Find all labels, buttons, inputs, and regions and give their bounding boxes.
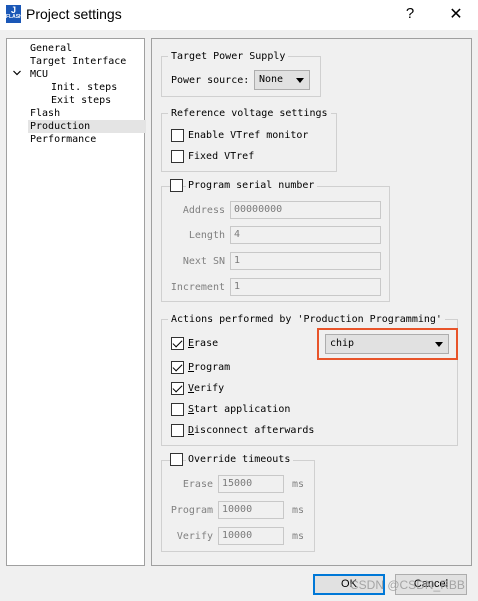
- erase-timeout-label: Erase: [182, 479, 213, 490]
- address-field[interactable]: 00000000: [230, 201, 381, 219]
- vref-legend: Reference voltage settings: [168, 107, 331, 120]
- program-timeout-unit: ms: [292, 505, 305, 516]
- increment-label: Increment: [170, 282, 225, 293]
- fixed-vtref-checkbox[interactable]: [171, 150, 184, 163]
- disconnect-checkbox[interactable]: [171, 424, 184, 437]
- fixed-vtref-label: Fixed VTref: [188, 151, 255, 162]
- program-label: Program: [188, 362, 231, 373]
- vref-group: Reference voltage settings: [161, 107, 337, 172]
- jflash-logo-icon: J FLASH: [6, 5, 23, 23]
- tree-item-flash[interactable]: Flash: [30, 107, 60, 120]
- next-sn-label: Next SN: [182, 256, 225, 267]
- erase-label: Erase: [188, 338, 219, 349]
- increment-field[interactable]: 1: [230, 278, 381, 296]
- tree-item-exit-steps[interactable]: Exit steps: [51, 94, 111, 107]
- actions-legend: Actions performed by 'Production Program…: [168, 313, 445, 326]
- power-source-value: None: [259, 74, 284, 85]
- start-application-label: Start application: [188, 404, 291, 415]
- override-timeouts-legend: Override timeouts: [186, 453, 294, 466]
- program-timeout-field[interactable]: 10000: [218, 501, 284, 519]
- length-field[interactable]: 4: [230, 226, 381, 244]
- power-source-label: Power source:: [171, 75, 250, 86]
- tree-item-general[interactable]: General: [30, 42, 72, 55]
- enable-vtref-label: Enable VTref monitor: [188, 130, 309, 141]
- power-supply-legend: Target Power Supply: [168, 50, 289, 63]
- tree-item-performance[interactable]: Performance: [30, 133, 96, 146]
- verify-timeout-unit: ms: [292, 531, 305, 542]
- program-checkbox[interactable]: [171, 361, 184, 374]
- power-source-select[interactable]: None: [254, 70, 310, 90]
- enable-vtref-checkbox[interactable]: [171, 129, 184, 142]
- verify-checkbox[interactable]: [171, 382, 184, 395]
- program-timeout-label: Program: [170, 505, 213, 516]
- settings-tree[interactable]: General Target Interface MCU Init. steps…: [6, 38, 146, 566]
- program-serial-legend: Program serial number: [186, 179, 318, 192]
- tree-item-mcu[interactable]: MCU: [30, 68, 48, 81]
- watermark: CSDN @CSDN_RBB: [350, 578, 465, 592]
- dropdown-arrow-icon: [296, 78, 304, 83]
- disconnect-label: Disconnect afterwards: [188, 425, 315, 436]
- chevron-down-icon[interactable]: [13, 69, 21, 77]
- erase-timeout-unit: ms: [292, 479, 305, 490]
- address-label: Address: [182, 205, 225, 216]
- erase-timeout-field[interactable]: 15000: [218, 475, 284, 493]
- help-button[interactable]: ?: [398, 5, 422, 25]
- verify-label: Verify: [188, 383, 225, 394]
- tree-item-production[interactable]: Production: [28, 120, 146, 133]
- tree-item-init-steps[interactable]: Init. steps: [51, 81, 117, 94]
- highlight-annotation: [317, 328, 458, 360]
- tree-item-target-interface[interactable]: Target Interface: [30, 55, 126, 68]
- override-timeouts-checkbox[interactable]: [170, 453, 183, 466]
- erase-checkbox[interactable]: [171, 337, 184, 350]
- verify-timeout-label: Verify: [176, 531, 213, 542]
- length-label: Length: [188, 230, 225, 241]
- window-title: Project settings: [26, 6, 122, 22]
- next-sn-field[interactable]: 1: [230, 252, 381, 270]
- close-button[interactable]: ✕: [441, 4, 471, 26]
- program-serial-checkbox[interactable]: [170, 179, 183, 192]
- verify-timeout-field[interactable]: 10000: [218, 527, 284, 545]
- start-application-checkbox[interactable]: [171, 403, 184, 416]
